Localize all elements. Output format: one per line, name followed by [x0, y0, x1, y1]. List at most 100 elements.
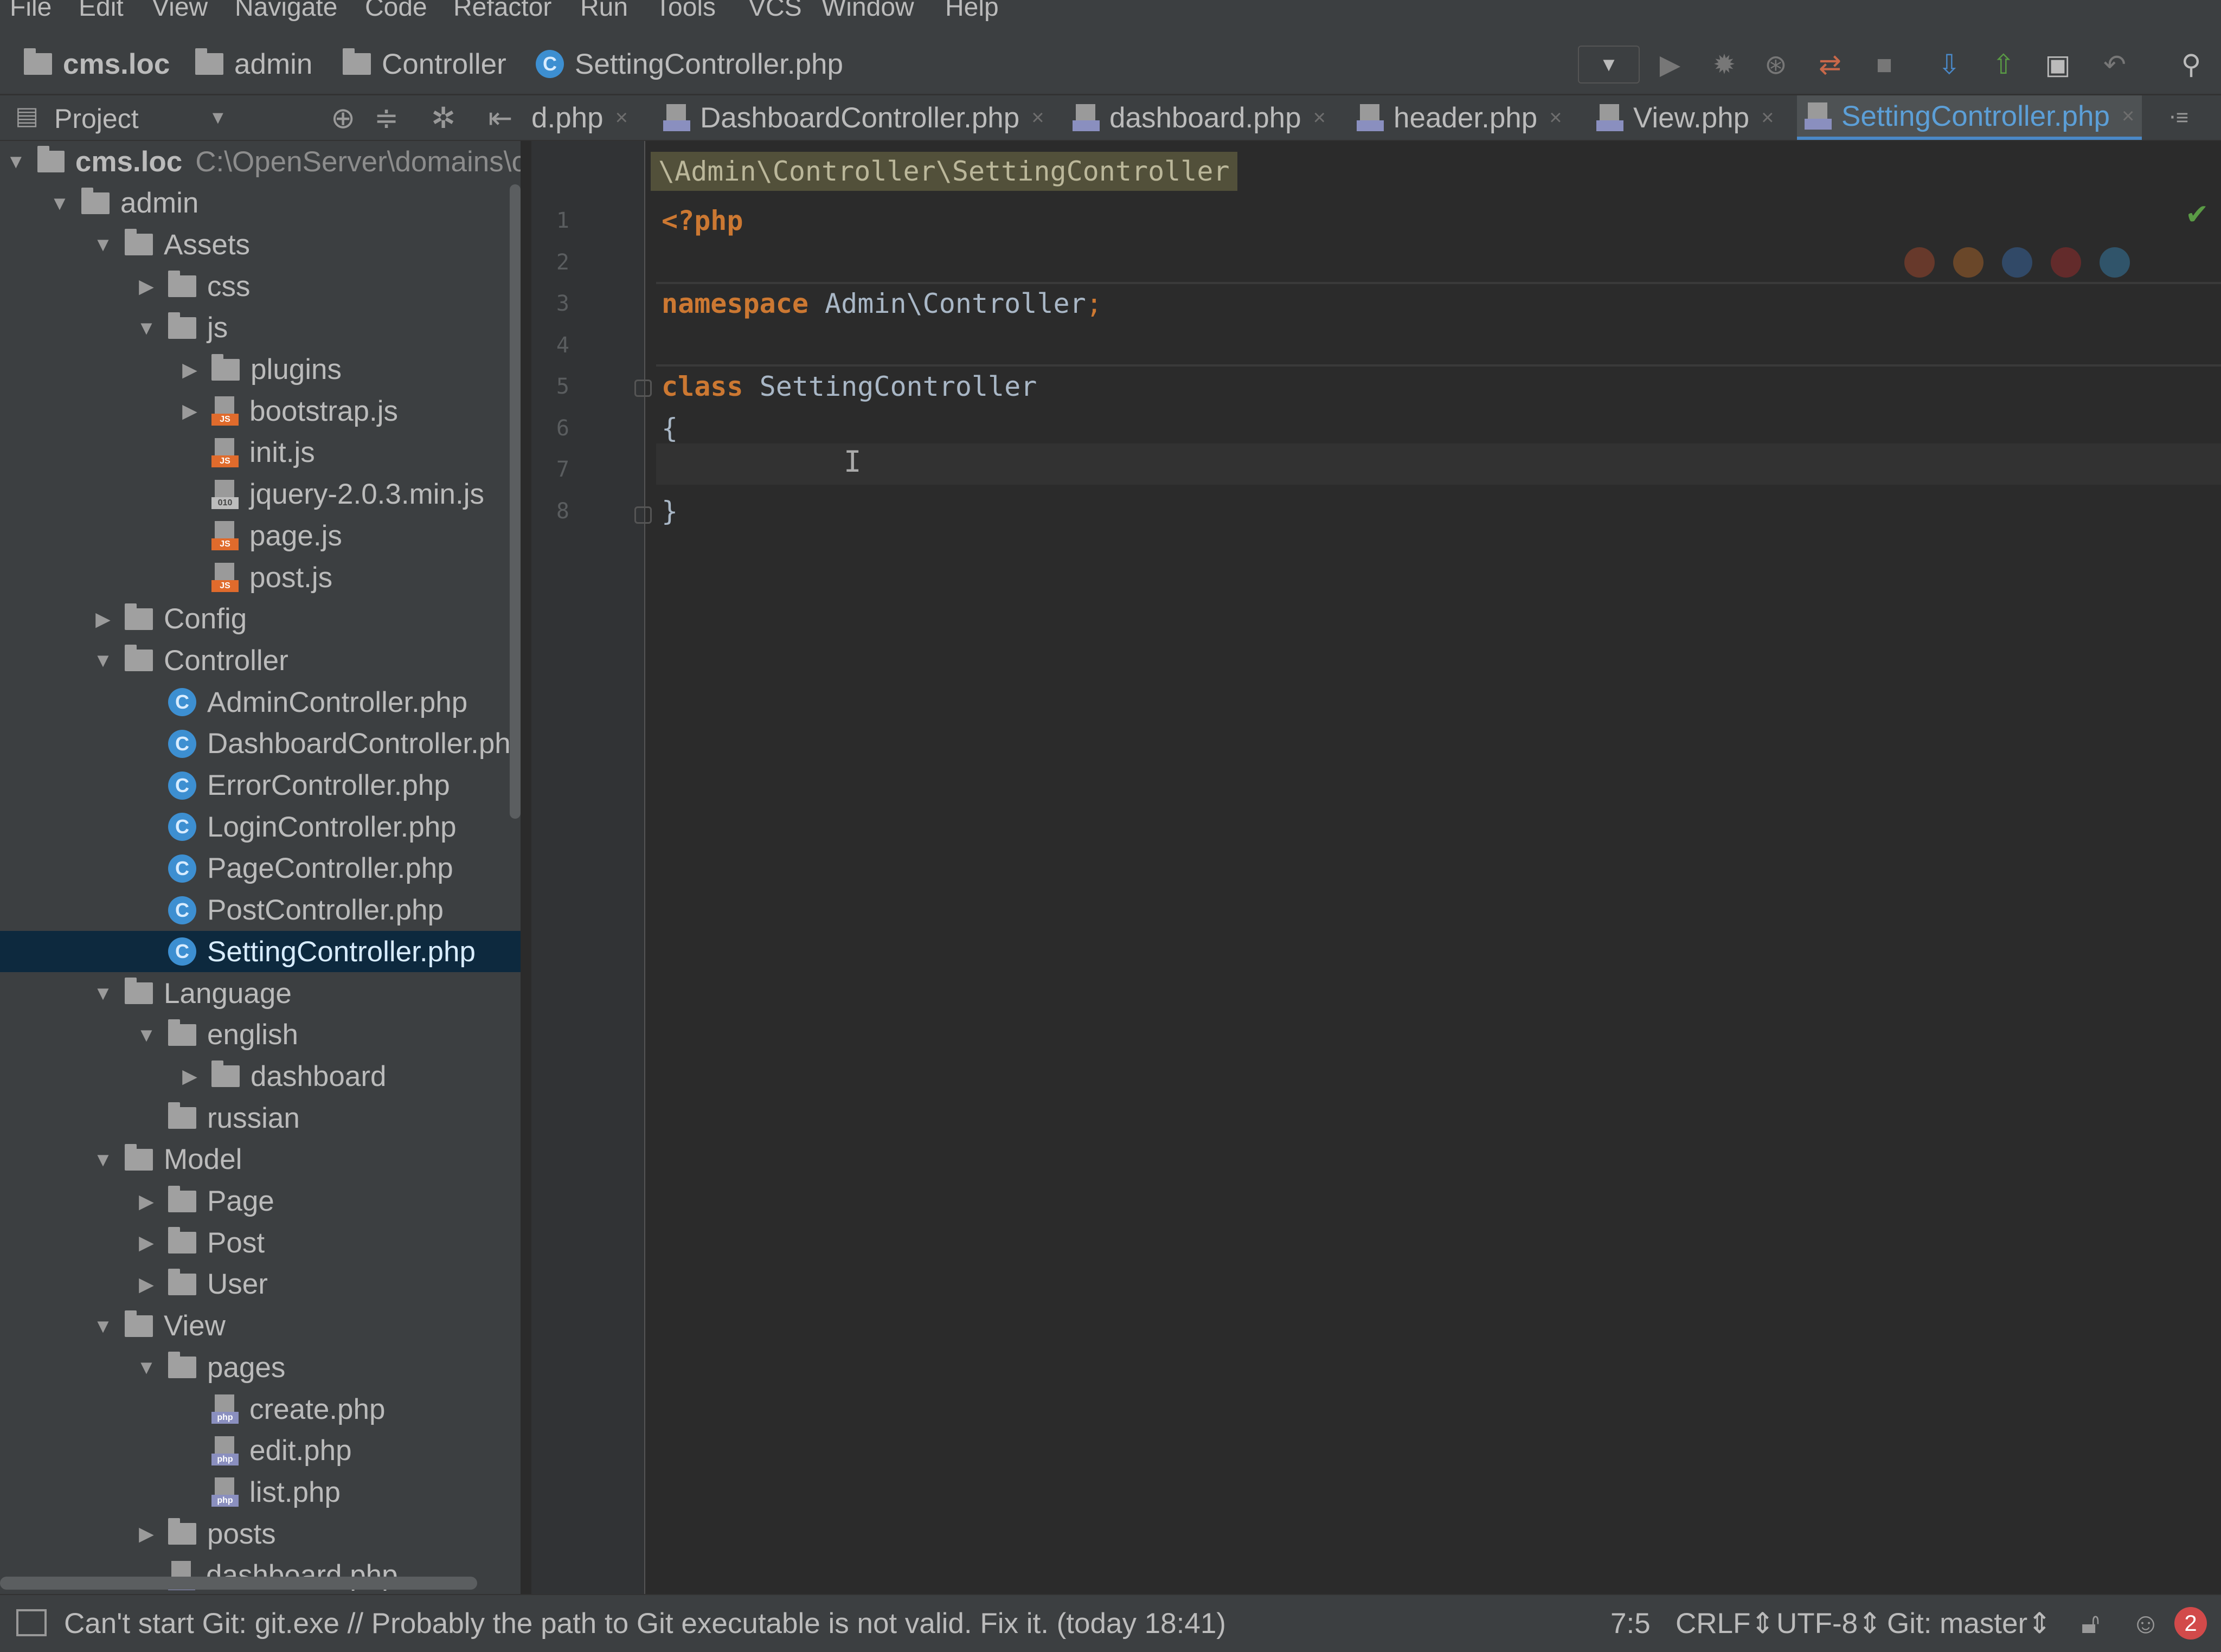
tree-item-post-js[interactable]: JS post.js — [0, 557, 521, 598]
caret-position[interactable]: 7:5 — [1610, 1607, 1651, 1640]
chevron-down-icon[interactable]: ▼ — [209, 107, 227, 128]
tree-item-pagecontroller-php[interactable]: C PageController.php — [0, 848, 521, 889]
tree-item-post[interactable]: ▶ Post — [0, 1222, 521, 1263]
collapse-icon[interactable]: ≑ — [374, 101, 399, 135]
tree-item-edit-php[interactable]: php edit.php — [0, 1430, 521, 1471]
tree-item-english[interactable]: ▼ english — [0, 1014, 521, 1056]
close-icon[interactable]: × — [1031, 106, 1044, 130]
coverage-button[interactable]: ⊛ — [1757, 46, 1795, 83]
code-editor[interactable] — [531, 141, 2221, 1594]
expand-arrow-icon[interactable]: ▼ — [92, 649, 114, 672]
expand-arrow-icon[interactable]: ▼ — [49, 192, 70, 215]
tree-item-bootstrap-js[interactable]: ▶ JS bootstrap.js — [0, 390, 521, 432]
tree-item-user[interactable]: ▶ User — [0, 1264, 521, 1305]
menu-navigate[interactable]: Navigate — [235, 0, 337, 22]
expand-arrow-icon[interactable]: ▼ — [136, 1024, 157, 1046]
collapse-arrow-icon[interactable]: ▶ — [136, 1231, 157, 1254]
menu-refactor[interactable]: Refactor — [453, 0, 551, 22]
stop-button[interactable]: ■ — [1865, 46, 1903, 83]
menu-tools[interactable]: Tools — [655, 0, 716, 22]
breadcrumb-project[interactable]: cms.loc — [24, 48, 170, 80]
expand-arrow-icon[interactable]: ▼ — [92, 982, 114, 1005]
tree-item-css[interactable]: ▶ css — [0, 266, 521, 307]
breadcrumb-admin[interactable]: admin — [195, 48, 312, 80]
expand-arrow-icon[interactable]: ▼ — [136, 317, 157, 339]
menu-edit[interactable]: Edit — [79, 0, 124, 22]
tab-dashboardcontroller[interactable]: DashboardController.php × — [663, 95, 1044, 140]
collapse-arrow-icon[interactable]: ▶ — [179, 400, 201, 422]
tree-item-view[interactable]: ▼ View — [0, 1306, 521, 1347]
vcs-update-button[interactable]: ⇩ — [1930, 46, 1968, 83]
tree-item-controller[interactable]: ▼ Controller — [0, 640, 521, 681]
tree-item-language[interactable]: ▼ Language — [0, 973, 521, 1014]
status-message[interactable]: Can't start Git: git.exe // Probably the… — [64, 1607, 1226, 1640]
fold-open-icon[interactable] — [634, 380, 652, 397]
tree-item-dashboard[interactable]: ▶ dashboard — [0, 1056, 521, 1097]
firefox-icon[interactable] — [1953, 247, 1984, 278]
menu-view[interactable]: View — [152, 0, 208, 22]
tree-item-admincontroller-php[interactable]: C AdminController.php — [0, 682, 521, 723]
vcs-commit-button[interactable]: ⇧ — [1985, 46, 2023, 83]
debug-button[interactable]: ✹ — [1705, 46, 1743, 83]
tree-item-create-php[interactable]: php create.php — [0, 1389, 521, 1430]
lock-icon[interactable]: 🔓︎ — [2081, 1607, 2100, 1641]
menu-vcs[interactable]: VCS — [748, 0, 802, 22]
menu-help[interactable]: Help — [945, 0, 999, 22]
gear-icon[interactable]: ✲ — [431, 101, 455, 135]
tree-horizontal-scrollbar[interactable] — [0, 1577, 477, 1590]
close-icon[interactable]: × — [2122, 104, 2134, 128]
collapse-arrow-icon[interactable]: ▶ — [179, 1065, 201, 1088]
tree-scrollbar[interactable] — [510, 184, 521, 819]
vcs-branch[interactable]: Git: master⇕ — [1887, 1607, 2052, 1640]
close-icon[interactable]: × — [615, 106, 628, 130]
expand-arrow-icon[interactable]: ▼ — [92, 233, 114, 256]
menu-file[interactable]: File — [10, 0, 52, 22]
tab-settingcontroller[interactable]: SettingController.php × — [1797, 95, 2142, 140]
opera-icon[interactable] — [2051, 247, 2081, 278]
tab-list-button[interactable]: ⋅≡ — [2169, 95, 2188, 140]
tree-item-js[interactable]: ▼ js — [0, 307, 521, 349]
inspector-icon[interactable]: ☺ — [2131, 1607, 2160, 1640]
tool-window-icon[interactable] — [16, 1609, 47, 1636]
safari-icon[interactable] — [2002, 247, 2032, 278]
breadcrumb-file[interactable]: C SettingController.php — [536, 48, 843, 80]
collapse-arrow-icon[interactable]: ▶ — [136, 1190, 157, 1213]
tree-item-posts[interactable]: ▶ posts — [0, 1513, 521, 1554]
tree-item-page[interactable]: ▶ Page — [0, 1181, 521, 1222]
tab-d-php[interactable]: d.php × — [531, 95, 628, 140]
tree-item-model[interactable]: ▼ Model — [0, 1139, 521, 1180]
deploy-button[interactable]: ▣ — [2039, 46, 2077, 83]
expand-arrow-icon[interactable]: ▼ — [92, 1148, 114, 1171]
tree-item-dashboardcontroller-php[interactable]: C DashboardController.php — [0, 723, 521, 764]
tree-item-errorcontroller-php[interactable]: C ErrorController.php — [0, 765, 521, 806]
expand-arrow-icon[interactable]: ▼ — [5, 150, 27, 173]
collapse-arrow-icon[interactable]: ▶ — [136, 1273, 157, 1296]
tree-item-russian[interactable]: russian — [0, 1097, 521, 1139]
tab-view-php[interactable]: View.php × — [1596, 95, 1774, 140]
tree-item-admin[interactable]: ▼ admin — [0, 183, 521, 224]
notification-badge[interactable]: 2 — [2174, 1607, 2207, 1640]
close-icon[interactable]: × — [1761, 106, 1774, 130]
tree-item-cms-loc[interactable]: ▼ cms.loc C:\OpenServer\domains\c — [0, 141, 521, 182]
hide-panel-icon[interactable]: ⇤ — [488, 101, 512, 135]
tree-item-jquery-2-0-3-min-js[interactable]: 010 jquery-2.0.3.min.js — [0, 474, 521, 515]
collapse-arrow-icon[interactable]: ▶ — [179, 358, 201, 381]
code-breadcrumb[interactable]: \Admin\Controller\SettingController — [651, 152, 1237, 191]
tree-item-postcontroller-php[interactable]: C PostController.php — [0, 890, 521, 931]
close-icon[interactable]: × — [1549, 106, 1562, 130]
tab-header-php[interactable]: header.php × — [1357, 95, 1562, 140]
search-button[interactable]: ⚲ — [2172, 46, 2210, 83]
revert-button[interactable]: ↶ — [2096, 46, 2134, 83]
menu-code[interactable]: Code — [365, 0, 427, 22]
close-icon[interactable]: × — [1313, 106, 1326, 130]
tree-item-config[interactable]: ▶ Config — [0, 599, 521, 640]
menu-run[interactable]: Run — [580, 0, 628, 22]
tree-item-plugins[interactable]: ▶ plugins — [0, 349, 521, 390]
run-config-dropdown[interactable]: ▼ — [1578, 46, 1640, 83]
file-encoding[interactable]: UTF-8⇕ — [1776, 1607, 1882, 1640]
project-panel-label[interactable]: Project — [54, 103, 139, 134]
toggle-button[interactable]: ⇄ — [1811, 46, 1849, 83]
tree-item-page-js[interactable]: JS page.js — [0, 515, 521, 556]
collapse-arrow-icon[interactable]: ▶ — [136, 275, 157, 298]
ie-icon[interactable] — [2100, 247, 2130, 278]
